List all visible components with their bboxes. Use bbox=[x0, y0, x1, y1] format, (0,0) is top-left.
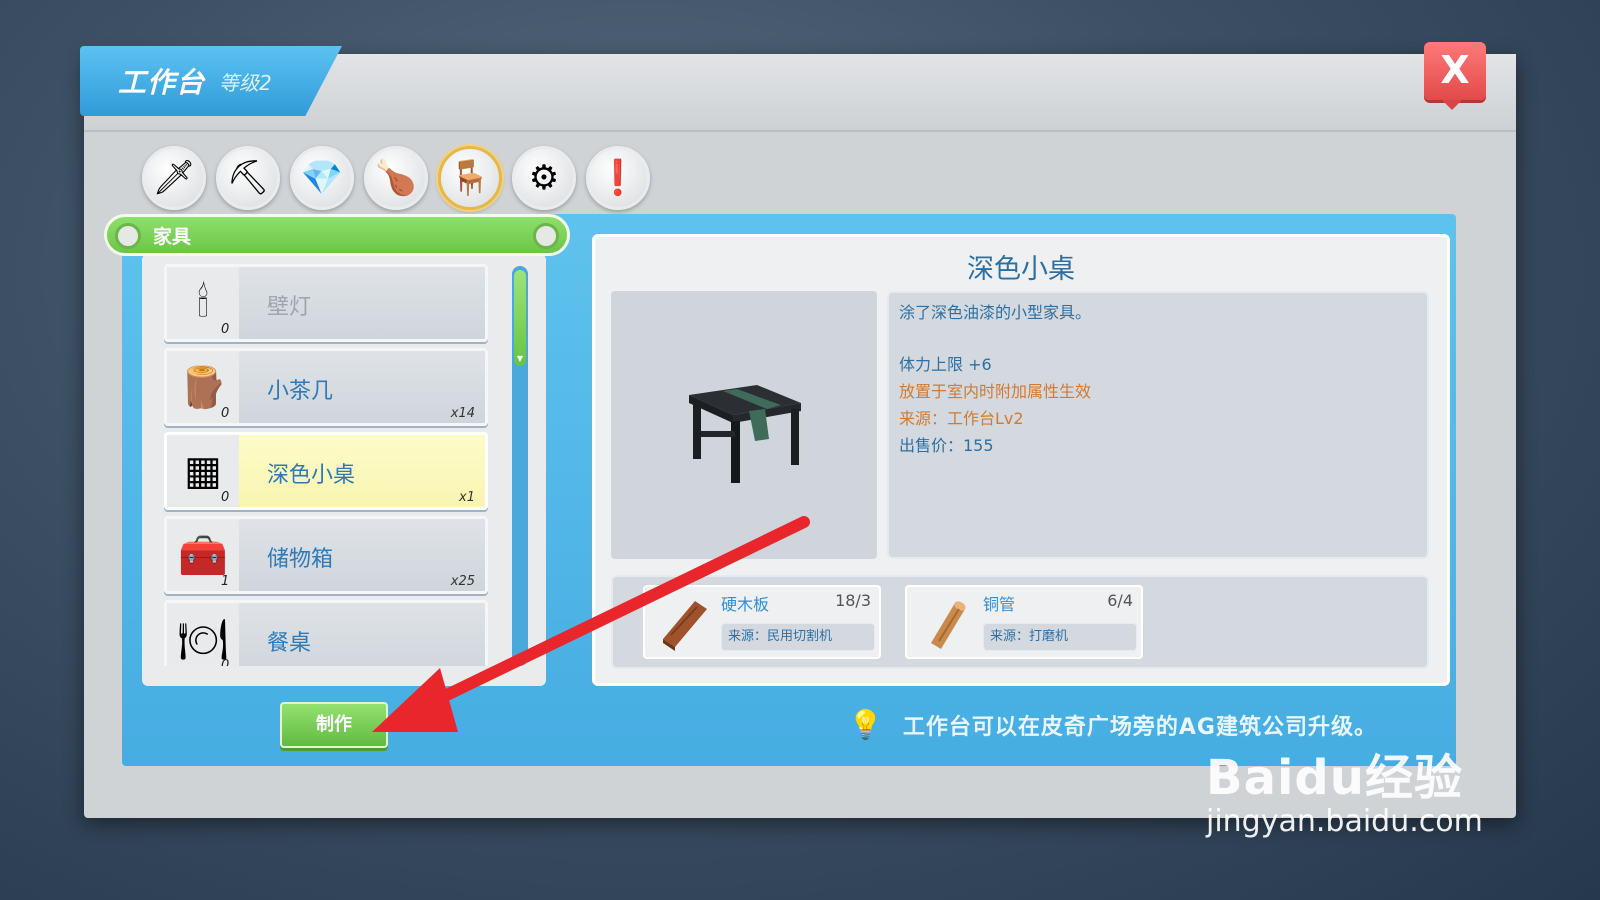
recipe-item-wall-lamp[interactable]: 🕯 0 壁灯 bbox=[164, 264, 488, 342]
material-source: 来源：民用切割机 bbox=[721, 623, 875, 651]
meat-icon: 🍗 bbox=[374, 158, 418, 198]
recipe-item-tea-table[interactable]: 🪵 0 小茶几 x14 bbox=[164, 348, 488, 426]
gear-icon: ⚙ bbox=[528, 158, 560, 198]
scroll-down-arrow-icon[interactable]: ▼ bbox=[512, 354, 528, 363]
owned-count: 0 bbox=[221, 322, 230, 337]
craftable-count: x14 bbox=[450, 406, 475, 421]
workbench-window: 工作台 等级2 X 🗡 ⛏ 💎 🍗 🪑 ⚙ ❗ 🕯 0 壁灯 🪵 0 小茶几 x… bbox=[80, 42, 1516, 818]
watermark-url: jingyan.baidu.com bbox=[1206, 804, 1483, 839]
item-sell-price: 出售价：155 bbox=[899, 436, 994, 455]
recipe-item-dark-table[interactable]: ▦ 0 深色小桌 x1 bbox=[164, 432, 488, 510]
category-bullet-left bbox=[115, 223, 141, 249]
category-label: 家具 bbox=[153, 225, 192, 248]
scroll-thumb[interactable] bbox=[514, 270, 526, 366]
recipe-item-dining-table[interactable]: 🍽 0 餐桌 bbox=[164, 600, 488, 666]
tip-text: 工作台可以在皮奇广场旁的AG建筑公司升级。 bbox=[902, 714, 1377, 740]
category-tabs: 🗡 ⛏ 💎 🍗 🪑 ⚙ ❗ bbox=[142, 146, 650, 210]
tab-parts[interactable]: ⚙ bbox=[512, 146, 576, 210]
craftable-count: x1 bbox=[459, 490, 475, 505]
recipe-name: 餐桌 bbox=[267, 631, 312, 656]
item-stat: 体力上限 +6 bbox=[899, 355, 992, 374]
close-button[interactable]: X bbox=[1424, 42, 1486, 110]
craftable-count: x25 bbox=[450, 574, 475, 589]
tab-weapons[interactable]: 🗡 bbox=[142, 146, 206, 210]
recipe-item-storage-box[interactable]: 🧰 1 储物箱 x25 bbox=[164, 516, 488, 594]
owned-count: 0 bbox=[221, 490, 230, 505]
recipe-list[interactable]: 🕯 0 壁灯 🪵 0 小茶几 x14 ▦ 0 深色小桌 x1 🧰 1 储物箱 x… bbox=[164, 264, 488, 666]
tab-accessories[interactable]: 💎 bbox=[290, 146, 354, 210]
item-description: 涂了深色油漆的小型家具。 bbox=[899, 303, 1092, 322]
make-button[interactable]: 制作 bbox=[280, 702, 388, 748]
recipe-name: 小茶几 bbox=[267, 379, 334, 404]
green-sword-icon: 🗡 bbox=[152, 158, 196, 198]
category-header: 家具 bbox=[104, 214, 570, 256]
item-source: 来源：工作台Lv2 bbox=[899, 409, 1024, 428]
item-preview bbox=[611, 291, 877, 559]
recipe-list-panel: 🕯 0 壁灯 🪵 0 小茶几 x14 ▦ 0 深色小桌 x1 🧰 1 储物箱 x… bbox=[142, 254, 546, 686]
wood-plank-icon bbox=[653, 593, 717, 653]
tab-food[interactable]: 🍗 bbox=[364, 146, 428, 210]
upgrade-tip: 💡 工作台可以在皮奇广场旁的AG建筑公司升级。 bbox=[848, 708, 1377, 741]
item-title: 深色小桌 bbox=[967, 254, 1075, 285]
item-description-box: 涂了深色油漆的小型家具。 体力上限 +6 放置于室内时附加属性生效 来源：工作台… bbox=[887, 291, 1429, 559]
baidu-watermark: Baidu经验 jingyan.baidu.com bbox=[1206, 738, 1483, 839]
materials-box: 硬木板 18/3 来源：民用切割机 铜管 6/4 来源：打磨机 bbox=[611, 575, 1429, 669]
pendant-icon: 💎 bbox=[300, 158, 344, 198]
category-bullet-right bbox=[533, 223, 559, 249]
material-count: 18/3 bbox=[835, 591, 871, 610]
owned-count: 0 bbox=[221, 658, 230, 666]
dark-table-preview-image bbox=[689, 385, 801, 483]
window-title: 工作台 bbox=[118, 66, 206, 99]
material-hardwood-board[interactable]: 硬木板 18/3 来源：民用切割机 bbox=[643, 585, 881, 659]
tab-tools[interactable]: ⛏ bbox=[216, 146, 280, 210]
watermark-logo: Baidu经验 bbox=[1206, 750, 1463, 806]
item-detail-panel: 深色小桌 涂了深色油漆的小型家具。 体力上限 +6 放置于室内时附加属性生效 来… bbox=[592, 234, 1450, 686]
recipe-name: 储物箱 bbox=[267, 547, 334, 572]
recipe-name: 壁灯 bbox=[267, 295, 312, 320]
material-copper-pipe[interactable]: 铜管 6/4 来源：打磨机 bbox=[905, 585, 1143, 659]
lightbulb-icon: 💡 bbox=[848, 708, 883, 741]
tab-furniture[interactable]: 🪑 bbox=[438, 146, 502, 210]
title-bar: 工作台 等级2 X bbox=[80, 42, 1516, 132]
workbench-level: 等级2 bbox=[219, 70, 272, 95]
dining-table-icon: 🍽 bbox=[167, 603, 239, 666]
copper-pipe-icon bbox=[915, 593, 979, 653]
chair-icon: 🪑 bbox=[448, 158, 492, 198]
title-tab: 工作台 等级2 bbox=[80, 46, 342, 116]
tab-special[interactable]: ❗ bbox=[586, 146, 650, 210]
recipe-name: 深色小桌 bbox=[267, 463, 356, 488]
exclamation-icon: ❗ bbox=[596, 158, 640, 198]
material-name: 铜管 bbox=[983, 595, 1016, 614]
list-scrollbar[interactable]: ▲ ▼ bbox=[512, 266, 528, 666]
item-placement-note: 放置于室内时附加属性生效 bbox=[899, 382, 1092, 401]
pickaxe-icon: ⛏ bbox=[226, 158, 270, 198]
owned-count: 0 bbox=[221, 406, 230, 421]
owned-count: 1 bbox=[221, 574, 230, 589]
material-source: 来源：打磨机 bbox=[983, 623, 1137, 651]
material-name: 硬木板 bbox=[721, 595, 770, 614]
material-count: 6/4 bbox=[1107, 591, 1133, 610]
